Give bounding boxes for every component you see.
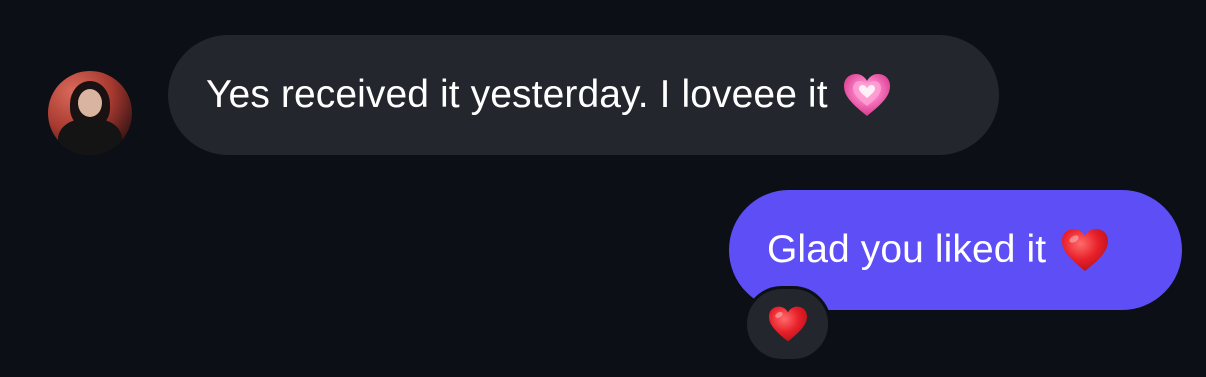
avatar[interactable] [48, 71, 132, 155]
growing-heart-icon [842, 72, 892, 118]
incoming-message-text: Yes received it yesterday. I loveee it [206, 73, 828, 116]
avatar-face [78, 89, 102, 117]
avatar-body [58, 119, 122, 155]
chat-thread: Yes received it yesterday. I loveee it G… [0, 0, 1206, 377]
red-heart-icon [767, 305, 809, 343]
message-reaction-badge[interactable] [744, 286, 831, 362]
incoming-message-bubble[interactable]: Yes received it yesterday. I loveee it [168, 35, 999, 155]
red-heart-icon [1060, 227, 1110, 273]
outgoing-message-text: Glad you liked it [767, 228, 1047, 271]
